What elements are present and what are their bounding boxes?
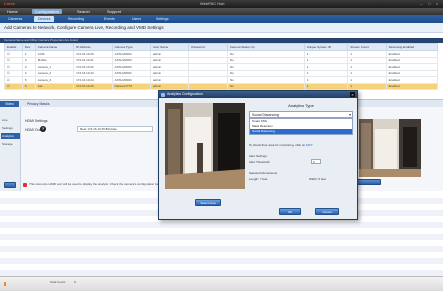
area-instruction-text: To check floor area for monitoring, clic… [249, 143, 306, 147]
width-row: Width: 5 feet [309, 177, 326, 181]
col-camera-name[interactable]: Camera Name [34, 43, 75, 51]
table-cell: 1 [303, 82, 349, 90]
col-user[interactable]: User Name [149, 43, 190, 51]
tab-events[interactable]: Events [100, 16, 119, 22]
analytics-dialog: Analytics Configuration × Analytics Type… [158, 90, 358, 220]
tab-settings[interactable]: Settings [152, 16, 173, 22]
page-instruction: Add Cameras to Network, Configure Camera… [0, 23, 443, 33]
width-value: 5 [318, 177, 321, 181]
detail-left-nav: Live Settings Analytics Storage [0, 107, 21, 191]
col-type[interactable]: Camera Type [111, 43, 151, 51]
status-total-label: Total Count: [50, 280, 67, 284]
tab-users[interactable]: Users [128, 16, 145, 22]
edit-area-link[interactable]: EDIT [306, 143, 313, 147]
menu-home[interactable]: Home [4, 9, 21, 14]
col-stream-count[interactable]: Stream Count [347, 43, 387, 51]
title-bar: Lorex WebPAC Hub – □ × [0, 0, 443, 8]
nav-live[interactable]: Live [1, 117, 20, 123]
col-dev[interactable]: Dev [21, 43, 36, 51]
nav-storage[interactable]: Storage [1, 141, 20, 147]
camera-table: Enable Dev Camera Name IP Address Camera… [4, 43, 439, 90]
help-icon[interactable]: ? [40, 126, 46, 132]
analytics-type-select[interactable]: Social Distancing ▾ [249, 111, 353, 118]
table-header-row: Enable Dev Camera Name IP Address Camera… [4, 43, 439, 51]
dialog-title-bar: Analytics Configuration × [159, 91, 357, 98]
table-cell: 1 [347, 82, 387, 90]
length-label: Length: [249, 177, 260, 181]
dialog-app-icon [161, 92, 165, 97]
col-streaming[interactable]: Streaming Enabled [385, 43, 439, 51]
close-icon[interactable]: × [436, 1, 442, 6]
table-cell: ALL [34, 82, 75, 90]
select-area-button[interactable]: Select Area [195, 199, 221, 206]
area-instruction: To check floor area for monitoring, clic… [249, 143, 313, 147]
col-status[interactable]: Camera Status Up [226, 43, 305, 51]
status-total-count: 6 [74, 280, 76, 284]
hdmi-settings-header: HDMI Settings [25, 119, 48, 123]
alert-threshold-input[interactable]: 2 [311, 159, 321, 164]
minimize-icon[interactable]: – [420, 1, 426, 6]
menu-support[interactable]: Support [104, 9, 124, 14]
menu-configuration[interactable]: Configuration [32, 9, 62, 14]
window-title: WebPAC Hub [200, 1, 225, 6]
width-label: Width: [309, 177, 318, 181]
col-password[interactable]: Password [188, 43, 228, 51]
table-cell: 6 [21, 82, 36, 90]
row-checkbox[interactable]: ☑ [4, 82, 23, 90]
nav-settings[interactable]: Settings [1, 125, 20, 131]
tab-devices[interactable]: Devices [34, 16, 55, 22]
table-cell [188, 82, 228, 90]
apply-bar-button[interactable] [357, 179, 381, 185]
app-logo: Lorex [4, 1, 15, 6]
cancel-button[interactable]: Cancel [315, 208, 339, 215]
dialog-camera-view [165, 103, 245, 189]
left-action-button[interactable] [4, 182, 16, 188]
table-cell: No [226, 82, 305, 90]
option-social-distancing[interactable]: Social Distancing [250, 129, 352, 134]
ok-button[interactable]: OK [279, 208, 301, 215]
status-indicator-icon [4, 282, 6, 286]
length-row: Length: 7 feet [249, 177, 267, 181]
width-unit: feet [320, 177, 326, 181]
selected-dimensions-label: Selected Dimensions [249, 171, 278, 175]
table-cell: admin [149, 82, 190, 90]
hdmi-out-field[interactable]: Rear 172.16.10.25:80/video [77, 126, 153, 132]
col-enable[interactable]: Enable [4, 43, 23, 51]
col-ip[interactable]: IP Address [73, 43, 113, 51]
menu-search[interactable]: Search [74, 9, 93, 14]
maximize-icon[interactable]: □ [428, 1, 434, 6]
tab-recording[interactable]: Recording [64, 16, 88, 22]
dialog-title: Analytics Configuration [167, 92, 203, 96]
tab-cameras[interactable]: Cameras [4, 16, 26, 22]
status-bar: Total Count: 6 [0, 276, 443, 291]
analytics-type-heading: Analytics Type [288, 103, 314, 108]
table-cell: 172.16.10.25 [73, 82, 113, 90]
table-cell: Network PTZ [111, 82, 151, 90]
nav-analytics[interactable]: Analytics [1, 133, 20, 139]
sub-tab-bar: Cameras Devices Recording Events Users S… [0, 15, 443, 23]
col-system-id[interactable]: Unique System ID [303, 43, 349, 51]
analytics-type-options: Smart KSS Mask Detection Social Distanci… [249, 118, 353, 135]
alert-settings-label: Alert Settings [249, 154, 267, 158]
close-icon[interactable]: × [350, 92, 355, 97]
length-unit: feet [262, 177, 268, 181]
table-row[interactable]: ☑ 6 ALL 172.16.10.25 Network PTZ admin No 1 1 Ena… [4, 82, 439, 90]
camera-preview-image [359, 119, 421, 177]
analytics-type-value: Social Distancing [252, 113, 279, 117]
table-cell: Enabled [385, 82, 439, 90]
main-menu: Home Configuration Search Support [0, 8, 443, 15]
alert-threshold-label: Alert Threshold: [249, 160, 271, 164]
